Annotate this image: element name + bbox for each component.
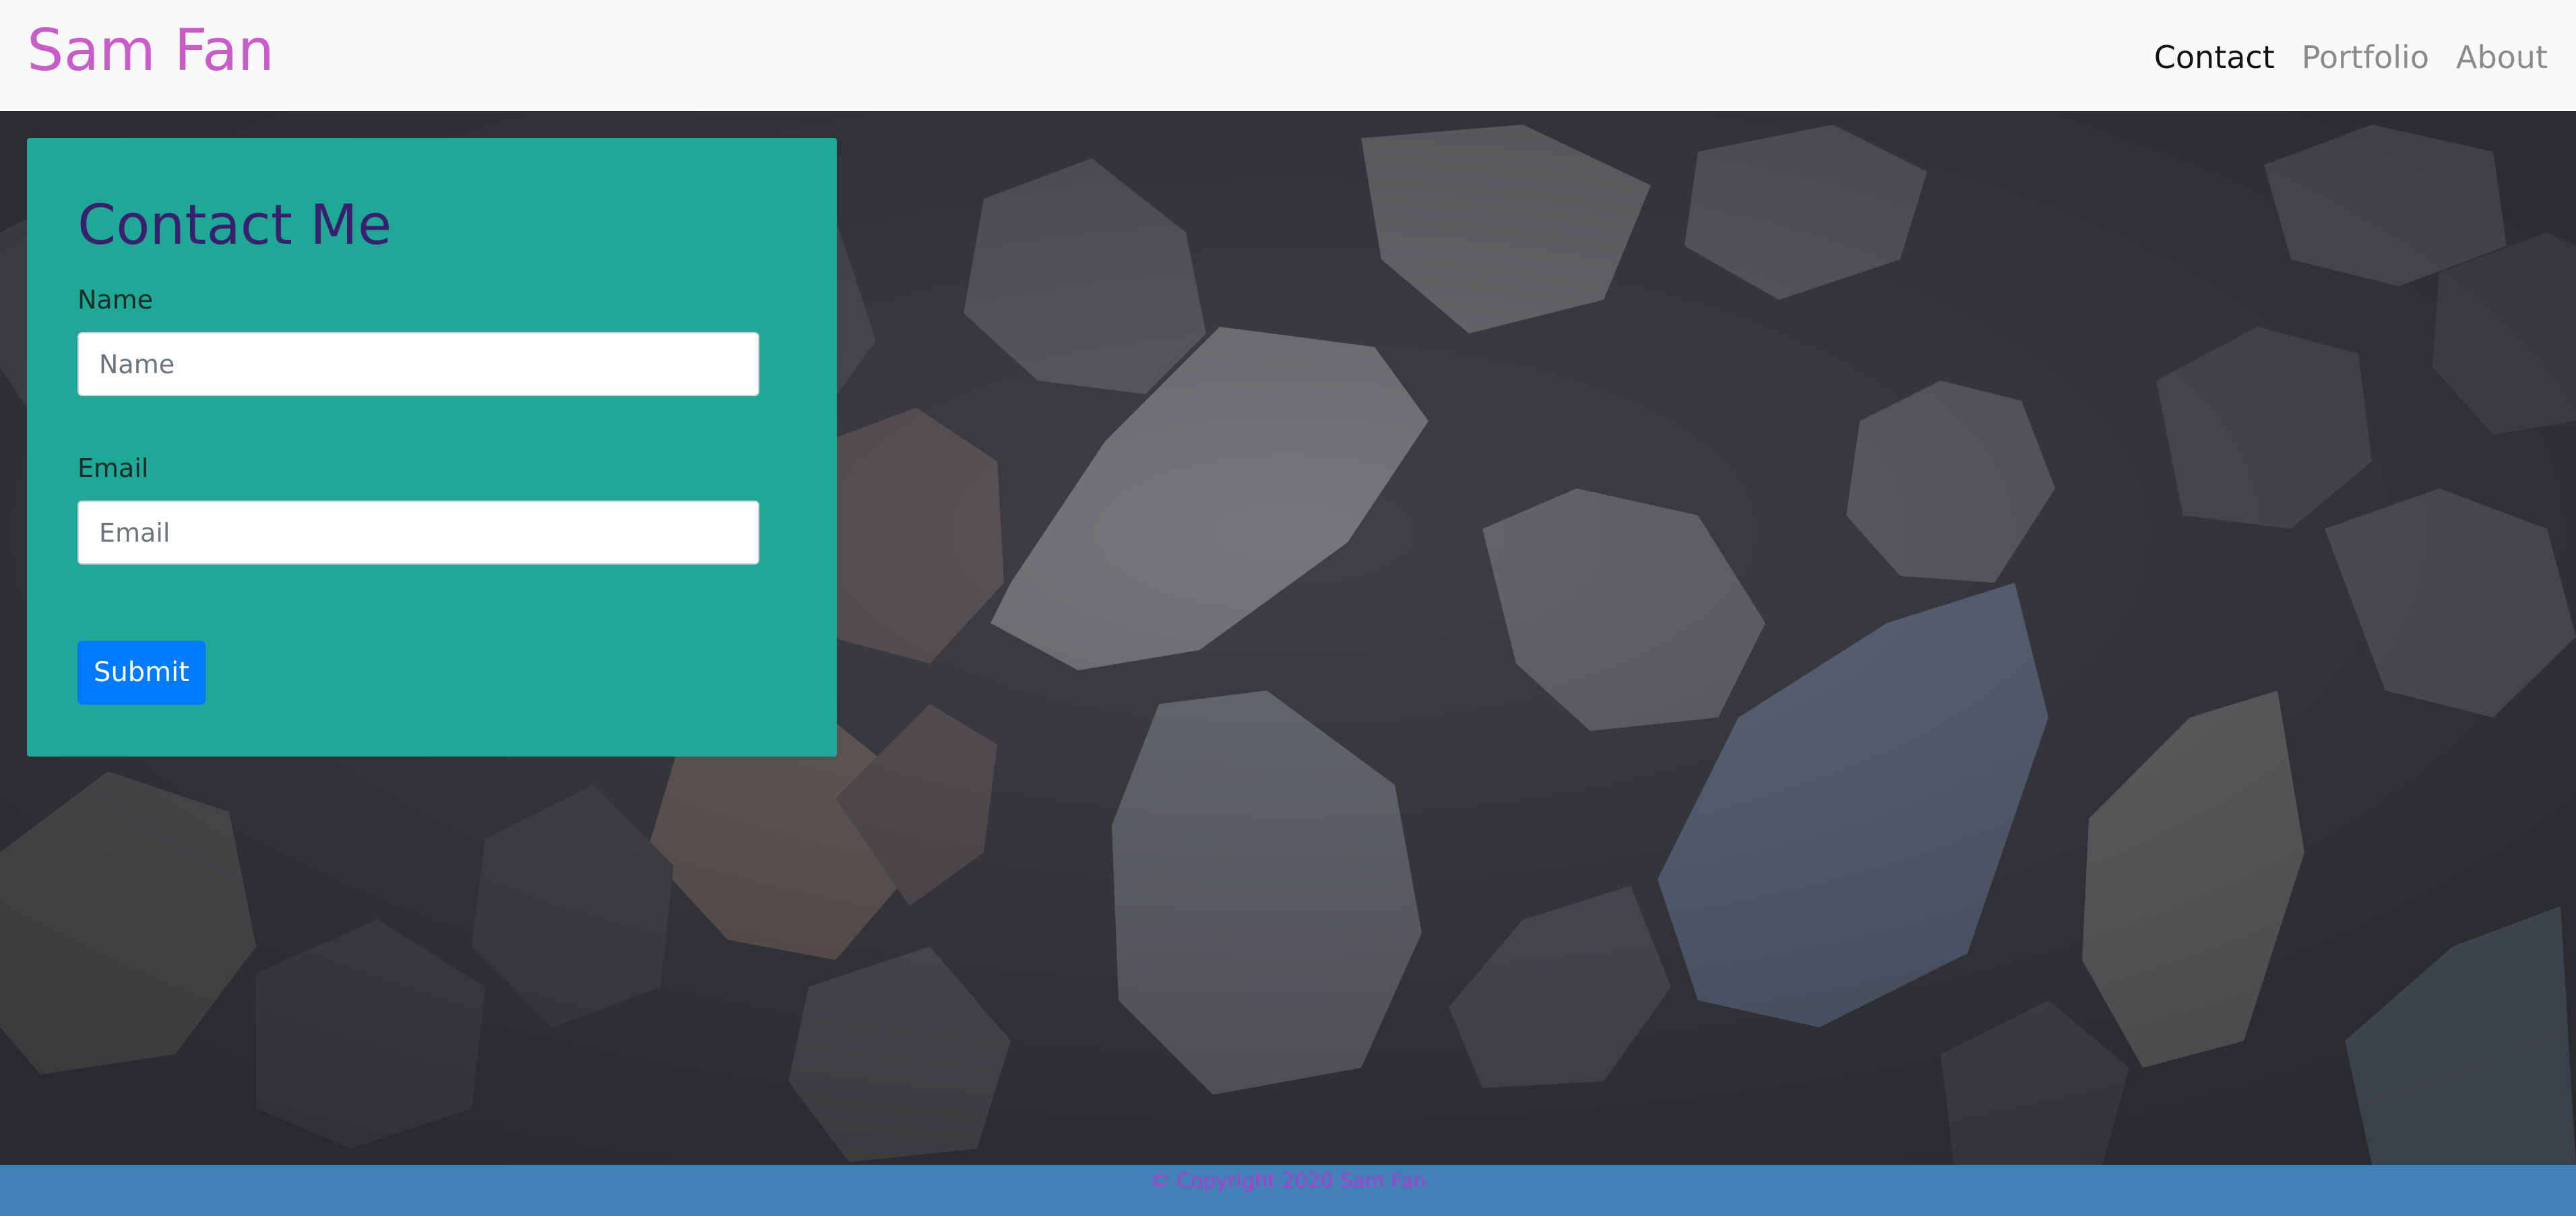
contact-title: Contact Me — [77, 193, 392, 257]
email-input[interactable] — [77, 501, 759, 565]
nav-links: Contact Portfolio About — [2154, 34, 2548, 81]
contact-card: Contact Me Name Email Submit — [27, 138, 837, 757]
brand-logo-link[interactable]: Sam Fan — [27, 13, 274, 88]
email-label: Email — [77, 453, 149, 483]
footer: © Copyright 2020 Sam Fan — [0, 1165, 2576, 1216]
footer-copyright: © Copyright 2020 Sam Fan — [1150, 1170, 1426, 1193]
nav-link-portfolio[interactable]: Portfolio — [2302, 34, 2429, 81]
navbar: Sam Fan Contact Portfolio About — [0, 0, 2576, 111]
nav-link-about[interactable]: About — [2456, 34, 2548, 81]
nav-link-contact[interactable]: Contact — [2154, 34, 2275, 81]
name-label: Name — [77, 285, 154, 315]
name-input[interactable] — [77, 332, 759, 396]
submit-button[interactable]: Submit — [77, 641, 206, 705]
